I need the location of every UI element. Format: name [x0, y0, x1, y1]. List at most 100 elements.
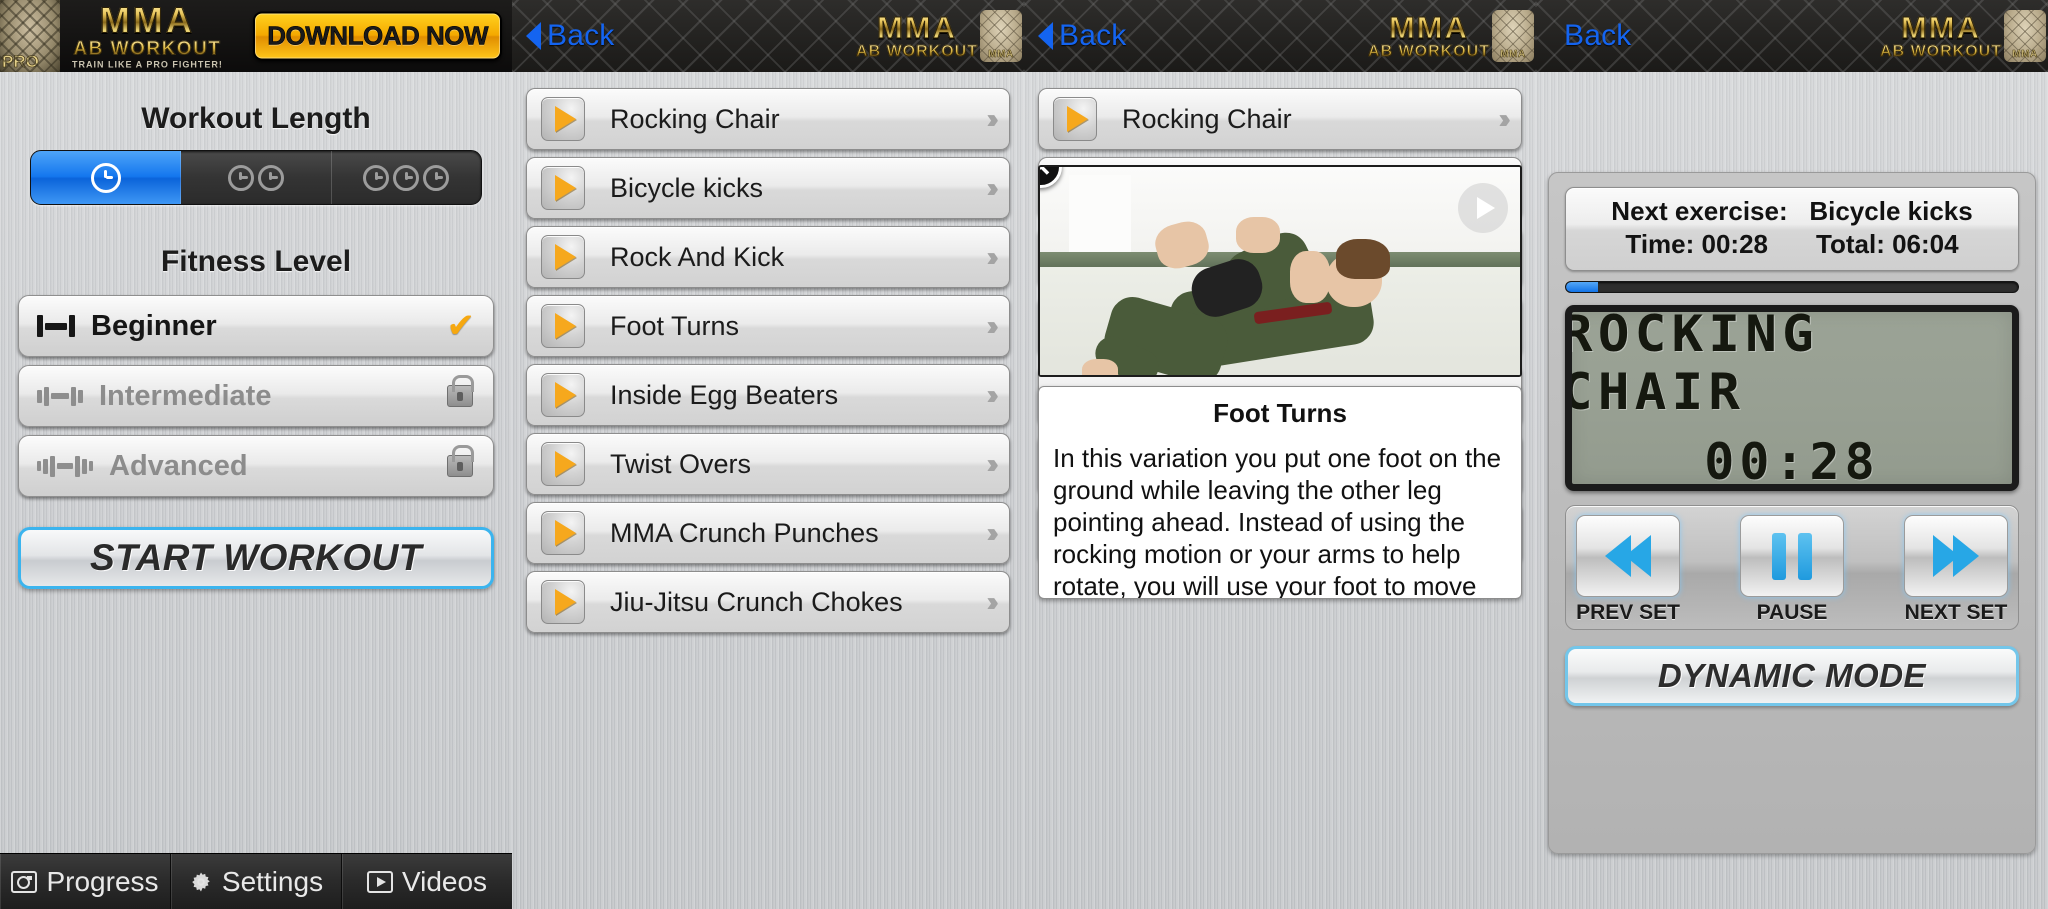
- exercise-label: Twist Overs: [610, 448, 752, 479]
- transport-label-row: PREV SET PAUSE NEXT SET: [1576, 601, 2008, 625]
- video-column: [1068, 175, 1132, 259]
- next-exercise-box: Next exercise: Bicycle kicks Time: 00:28…: [1565, 187, 2019, 271]
- exercise-label: Foot Turns: [610, 310, 740, 341]
- chevron-left-icon: [526, 22, 541, 50]
- gear-icon: [189, 870, 213, 894]
- download-now-button[interactable]: DOWNLOAD NOW: [253, 11, 502, 61]
- clock-icon: [90, 162, 121, 193]
- panel3-header: Back MMA AB WORKOUT MMA: [1024, 0, 1536, 72]
- workout-progress-fill: [1566, 282, 1598, 292]
- exercise-row[interactable]: Rock And Kick ››: [526, 226, 1010, 288]
- workout-console: Next exercise: Bicycle kicks Time: 00:28…: [1548, 172, 2036, 854]
- exercise-row[interactable]: Twist Overs ››: [526, 433, 1010, 495]
- exercise-label: Bicycle kicks: [610, 172, 764, 203]
- back-label: Back: [1059, 19, 1127, 52]
- exercise-row[interactable]: Bicycle kicks ››: [526, 157, 1010, 219]
- app-logo: MMA AB WORKOUT TRAIN LIKE A PRO FIGHTER!: [72, 2, 223, 70]
- back-label: Back: [1564, 19, 1632, 52]
- start-workout-button[interactable]: START WORKOUT: [18, 527, 494, 589]
- lcd-display: ROCKING CHAIR 00:28: [1565, 305, 2019, 491]
- exercise-description-title: Foot Turns: [1213, 398, 1347, 428]
- transport-controls: PREV SET PAUSE NEXT SET: [1565, 505, 2019, 630]
- play-icon: [541, 442, 585, 486]
- logo-sub-text: AB WORKOUT: [856, 43, 978, 60]
- tab-settings-label: Settings: [221, 865, 324, 897]
- pro-badge-label: PRO: [2, 52, 39, 72]
- tab-progress-label: Progress: [46, 865, 159, 897]
- dumbbell-icon: [37, 313, 75, 339]
- fitness-level-label: Advanced: [109, 449, 248, 482]
- exercise-row[interactable]: Rocking Chair ››: [526, 88, 1010, 150]
- torso-logo-icon: MMA: [2004, 10, 2046, 62]
- play-icon: [1053, 97, 1097, 141]
- exercise-row[interactable]: Rocking Chair ››: [1038, 88, 1522, 150]
- workout-length-segmented-control[interactable]: [30, 150, 482, 205]
- panel-exercise-detail: Back MMA AB WORKOUT MMA Rocking Chair ››: [1024, 0, 1536, 909]
- prev-set-button[interactable]: [1576, 515, 1680, 597]
- exercise-label: Rock And Kick: [610, 241, 785, 272]
- next-exercise-name: Bicycle kicks: [1809, 196, 1973, 226]
- play-icon: [541, 97, 585, 141]
- exercise-video-player[interactable]: ✕: [1038, 165, 1522, 377]
- panel4-header: Back MMA AB WORKOUT MMA: [1536, 0, 2048, 72]
- logo-sub-text: AB WORKOUT: [73, 38, 222, 60]
- exercise-row[interactable]: Inside Egg Beaters ››: [526, 364, 1010, 426]
- exercise-row[interactable]: Jiu-Jitsu Crunch Chokes ››: [526, 571, 1010, 633]
- chevron-right-icon: ››: [986, 241, 998, 272]
- next-set-button[interactable]: [1904, 515, 2008, 597]
- chevron-left-icon: [1038, 22, 1053, 50]
- pause-button[interactable]: [1740, 515, 1844, 597]
- start-workout-label: START WORKOUT: [90, 537, 422, 578]
- chevron-right-icon: ››: [986, 379, 998, 410]
- download-now-label: DOWNLOAD NOW: [267, 20, 489, 51]
- back-button[interactable]: Back: [526, 19, 615, 53]
- workout-length-title: Workout Length: [141, 102, 371, 135]
- play-icon: [541, 235, 585, 279]
- clock-icon: [227, 164, 254, 191]
- torso-logo-caption: MMA: [2012, 49, 2038, 61]
- exercise-row[interactable]: MMA Crunch Punches ››: [526, 502, 1010, 564]
- logo-main-text: MMA: [72, 2, 223, 39]
- panel3-body: Rocking Chair ›› ✕: [1024, 72, 1536, 909]
- exercise-description-card: Foot Turns In this variation you put one…: [1038, 386, 1522, 599]
- fitness-level-intermediate[interactable]: Intermediate: [18, 365, 494, 427]
- tab-progress[interactable]: Progress: [0, 854, 171, 909]
- logo-sub-text: AB WORKOUT: [1880, 43, 2002, 60]
- play-icon: [541, 511, 585, 555]
- torso-logo-icon: MMA: [1492, 10, 1534, 62]
- exercise-list: Rocking Chair ›› Bicycle kicks ›› Rock A…: [512, 72, 1024, 633]
- next-exercise-prefix: Next exercise:: [1611, 196, 1788, 226]
- back-label: Back: [547, 19, 615, 52]
- pause-label: PAUSE: [1756, 601, 1828, 624]
- rewind-icon: [1625, 535, 1651, 577]
- panel1-body: Workout Length Fitness Level Beginner ✔ …: [0, 72, 512, 909]
- dynamic-mode-button[interactable]: DYNAMIC MODE: [1565, 646, 2019, 706]
- back-button[interactable]: Back: [1564, 19, 1632, 53]
- app-logo: MMA AB WORKOUT: [856, 12, 978, 60]
- next-exercise-line: Next exercise: Bicycle kicks: [1566, 196, 2018, 227]
- app-root: PRO MMA AB WORKOUT TRAIN LIKE A PRO FIGH…: [0, 0, 2048, 909]
- app-logo: MMA AB WORKOUT: [1368, 12, 1490, 60]
- panel2-header: Back MMA AB WORKOUT MMA: [512, 0, 1024, 72]
- chevron-right-icon: ››: [986, 172, 998, 203]
- torso-logo-icon: MMA: [980, 10, 1022, 62]
- logo-tagline: TRAIN LIKE A PRO FIGHTER!: [72, 59, 223, 70]
- length-option-medium[interactable]: [181, 151, 332, 204]
- fitness-level-advanced[interactable]: Advanced: [18, 435, 494, 497]
- workout-progress-bar: [1565, 281, 2019, 293]
- video-play-button[interactable]: [1458, 183, 1508, 233]
- pause-icon: [1772, 532, 1786, 580]
- clock-icon: [423, 164, 450, 191]
- play-icon: [541, 373, 585, 417]
- tab-videos[interactable]: Videos: [342, 854, 512, 909]
- dumbbell-icon: [37, 453, 93, 479]
- lcd-exercise-name: ROCKING CHAIR: [1565, 305, 1820, 421]
- tab-settings[interactable]: Settings: [171, 854, 342, 909]
- length-option-long[interactable]: [332, 151, 481, 204]
- exercise-row[interactable]: Foot Turns ››: [526, 295, 1010, 357]
- timing-line: Time: 00:28 Total: 06:04: [1566, 229, 2018, 260]
- panel4-body: Next exercise: Bicycle kicks Time: 00:28…: [1536, 72, 2048, 909]
- length-option-short[interactable]: [31, 151, 182, 204]
- fitness-level-beginner[interactable]: Beginner ✔: [18, 295, 494, 357]
- back-button[interactable]: Back: [1038, 19, 1127, 53]
